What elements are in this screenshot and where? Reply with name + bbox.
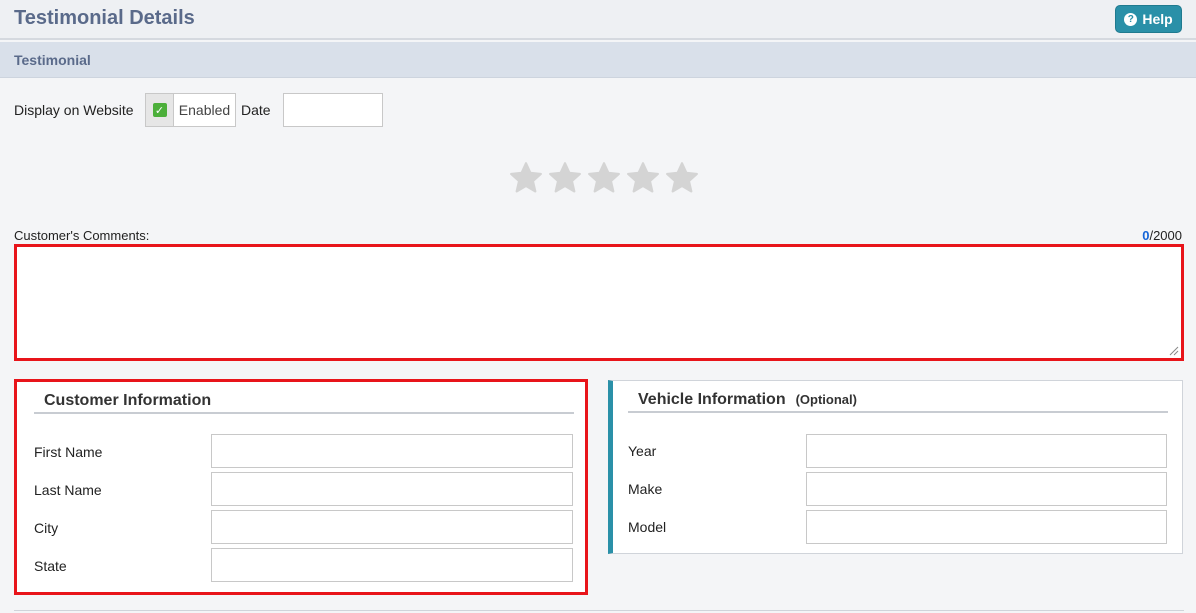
section-title: Testimonial xyxy=(14,52,91,68)
state-label: State xyxy=(34,558,67,574)
city-field[interactable] xyxy=(211,510,573,544)
star-icon[interactable] xyxy=(547,160,583,196)
make-field[interactable] xyxy=(806,472,1167,506)
enabled-label: Enabled xyxy=(178,102,231,118)
display-on-website-label: Display on Website xyxy=(14,102,134,118)
checkmark-icon: ✓ xyxy=(152,103,167,117)
enabled-checkbox[interactable]: ✓ xyxy=(146,94,174,126)
vehicle-information-heading: Vehicle Information (Optional) xyxy=(628,391,1168,413)
last-name-field[interactable] xyxy=(211,472,573,506)
date-label: Date xyxy=(241,102,271,118)
city-label: City xyxy=(34,520,59,536)
model-field[interactable] xyxy=(806,510,1167,544)
star-rating[interactable] xyxy=(508,160,703,196)
state-field[interactable] xyxy=(211,548,573,582)
first-name-field[interactable] xyxy=(211,434,573,468)
vehicle-information-panel: Vehicle Information (Optional) Year Make … xyxy=(608,380,1183,554)
date-input[interactable] xyxy=(283,93,383,127)
page-title: Testimonial Details xyxy=(14,7,195,29)
year-field[interactable] xyxy=(806,434,1167,468)
comments-label: Customer's Comments: xyxy=(14,228,150,243)
comments-textarea[interactable] xyxy=(14,244,1184,361)
optional-label: (Optional) xyxy=(795,392,857,407)
enabled-toggle[interactable]: ✓ Enabled xyxy=(145,93,236,127)
customer-information-heading: Customer Information xyxy=(34,392,574,414)
model-label: Model xyxy=(628,519,667,535)
last-name-label: Last Name xyxy=(34,482,102,498)
star-icon[interactable] xyxy=(508,160,544,196)
question-circle-icon: ? xyxy=(1124,12,1138,26)
make-label: Make xyxy=(628,481,663,497)
customer-information-panel: Customer Information First Name Last Nam… xyxy=(14,379,588,595)
vehicle-information-title: Vehicle Information xyxy=(638,391,786,408)
resize-grip-icon[interactable] xyxy=(1167,344,1179,356)
first-name-label: First Name xyxy=(34,444,103,460)
star-icon[interactable] xyxy=(625,160,661,196)
year-label: Year xyxy=(628,443,657,459)
help-label: Help xyxy=(1142,11,1173,27)
character-counter: 0/2000 xyxy=(1142,228,1182,243)
star-icon[interactable] xyxy=(664,160,700,196)
page-header: Testimonial Details ? Help xyxy=(0,0,1196,40)
divider xyxy=(14,610,1184,611)
star-icon[interactable] xyxy=(586,160,622,196)
character-max: /2000 xyxy=(1149,228,1182,243)
section-header: Testimonial xyxy=(0,42,1196,78)
help-button[interactable]: ? Help xyxy=(1115,5,1182,33)
